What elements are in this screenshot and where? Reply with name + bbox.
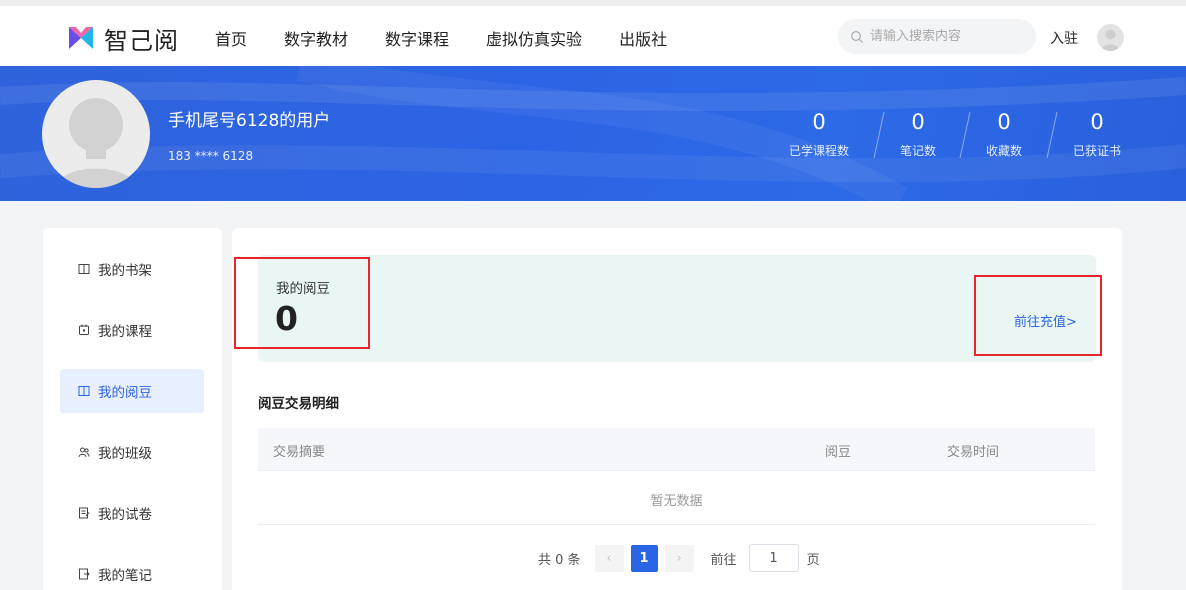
logo[interactable]: 智己阅 — [66, 22, 179, 55]
table-header: 交易摘要 阅豆 交易时间 — [258, 428, 1095, 471]
transactions-title: 阅豆交易明细 — [258, 396, 339, 412]
header: 智己阅 首页 数字教材 数字课程 虚拟仿真实验 出版社 入驻 — [0, 6, 1186, 66]
header-avatar[interactable] — [1097, 24, 1124, 51]
join-link[interactable]: 入驻 — [1050, 28, 1078, 48]
logo-icon — [69, 27, 93, 49]
stat-value: 0 — [911, 110, 925, 134]
pagination: 共 0 条 ‹ 1 › 前往 页 — [538, 544, 820, 572]
sidebar-item-label: 我的试卷 — [98, 507, 152, 523]
next-page-button[interactable]: › — [664, 544, 694, 572]
table-body: 暂无数据 — [258, 471, 1095, 525]
nav-item-digital-textbooks[interactable]: 数字教材 — [284, 26, 348, 50]
column-header-time: 交易时间 — [947, 445, 1000, 460]
stat-certificates[interactable]: 0 已获证书 — [1052, 110, 1142, 159]
users-icon — [78, 447, 90, 458]
nav-item-digital-courses[interactable]: 数字课程 — [385, 26, 449, 50]
main-nav: 首页 数字教材 数字课程 虚拟仿真实验 出版社 — [215, 26, 704, 50]
sidebar-item-notes[interactable]: 我的笔记 — [60, 552, 204, 590]
stat-value: 0 — [997, 110, 1011, 134]
stat-notes[interactable]: 0 笔记数 — [873, 110, 963, 159]
logo-text: 智己阅 — [104, 26, 179, 55]
user-silhouette-icon — [56, 98, 136, 188]
sidebar-item-reading-beans[interactable]: 我的阅豆 — [60, 369, 204, 413]
stat-value: 0 — [1090, 110, 1104, 134]
stat-label: 笔记数 — [899, 144, 936, 158]
transactions-table: 交易摘要 阅豆 交易时间 暂无数据 — [258, 428, 1095, 525]
username: 手机尾号6128的用户 — [168, 111, 331, 131]
stat-label: 已获证书 — [1072, 144, 1121, 158]
empty-state: 暂无数据 — [650, 494, 703, 509]
pagination-total: 共 0 条 — [538, 552, 581, 568]
sidebar-item-label: 我的课程 — [98, 324, 152, 340]
main-panel: 我的阅豆 0 前往充值> 阅豆交易明细 交易摘要 阅豆 交易时间 暂无数据 共 … — [232, 228, 1122, 590]
stat-favorites[interactable]: 0 收藏数 — [959, 110, 1049, 159]
column-header-summary: 交易摘要 — [273, 445, 326, 460]
sidebar-item-label: 我的班级 — [98, 446, 152, 462]
sidebar-item-exams[interactable]: 我的试卷 — [60, 491, 204, 535]
bean-balance-card: 我的阅豆 0 前往充值> — [258, 255, 1096, 362]
nav-item-virtual-experiments[interactable]: 虚拟仿真实验 — [486, 26, 582, 50]
page-jump-input[interactable] — [748, 544, 799, 572]
goto-label: 前往 — [710, 552, 737, 568]
sidebar-item-classes[interactable]: 我的班级 — [60, 430, 204, 474]
search-input[interactable] — [870, 29, 1020, 44]
stat-label: 收藏数 — [985, 144, 1022, 158]
sidebar-item-label: 我的笔记 — [98, 568, 152, 584]
nav-item-publishers[interactable]: 出版社 — [619, 26, 667, 50]
search-box[interactable] — [838, 19, 1036, 54]
exam-icon — [79, 507, 90, 519]
course-icon — [79, 324, 89, 335]
sidebar: 我的书架 我的课程 我的阅豆 我的班级 我的试卷 我的笔记 — [43, 228, 222, 590]
nav-item-home[interactable]: 首页 — [215, 26, 247, 50]
phone-number: 183 **** 6128 — [168, 149, 254, 163]
column-header-beans: 阅豆 — [825, 445, 852, 460]
stat-label: 已学课程数 — [788, 144, 849, 158]
search-icon — [851, 30, 863, 43]
profile-avatar[interactable] — [42, 80, 150, 188]
sidebar-item-courses[interactable]: 我的课程 — [60, 308, 204, 352]
open-book-icon — [78, 386, 90, 396]
sidebar-item-label: 我的书架 — [98, 263, 152, 279]
profile-banner: 手机尾号6128的用户 183 **** 6128 0 已学课程数 0 笔记数 … — [0, 66, 1186, 201]
stat-learned-courses[interactable]: 0 已学课程数 — [774, 110, 864, 159]
note-icon — [79, 568, 90, 580]
annotation-box-balance — [234, 257, 370, 349]
sidebar-item-label: 我的阅豆 — [98, 385, 152, 401]
sidebar-item-bookshelf[interactable]: 我的书架 — [60, 247, 204, 291]
page-suffix: 页 — [806, 552, 820, 568]
annotation-box-recharge — [974, 275, 1102, 356]
page-number-button[interactable]: 1 — [630, 544, 658, 572]
book-icon — [78, 264, 90, 274]
user-avatar-icon — [1101, 29, 1120, 51]
stat-value: 0 — [812, 110, 826, 134]
prev-page-button[interactable]: ‹ — [594, 544, 624, 572]
